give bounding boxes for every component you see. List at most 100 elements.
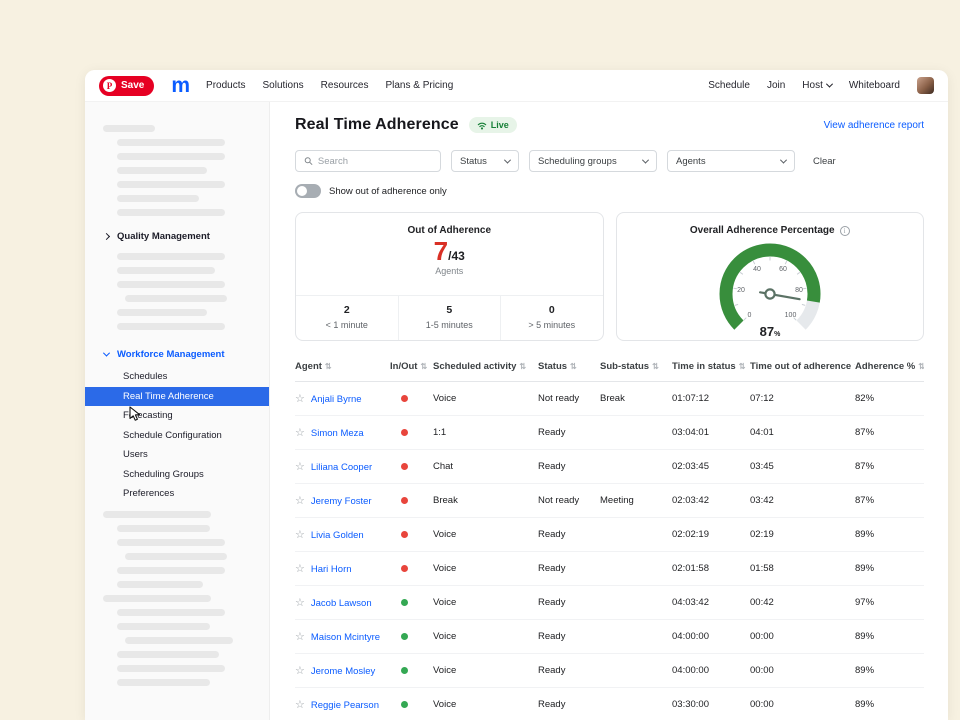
skeleton-bar [117, 567, 225, 574]
skeleton-bar [117, 651, 219, 658]
sort-icon[interactable]: ⇅ [519, 362, 526, 371]
agent-link[interactable]: Anjali Byrne [311, 394, 362, 405]
zoom-logo[interactable]: m [171, 75, 189, 96]
skeleton-bar [125, 295, 227, 302]
agent-link[interactable]: Livia Golden [311, 530, 364, 541]
inout-status-dot [401, 531, 408, 538]
breakdown-1-5-minutes: 5 1-5 minutes [398, 296, 501, 340]
gauge-value: 87% [759, 324, 780, 339]
sort-icon[interactable]: ⇅ [325, 362, 332, 371]
star-icon[interactable]: ☆ [295, 597, 305, 609]
gauge-tick-label: 60 [779, 266, 787, 273]
time-in-status-cell: 02:03:45 [672, 450, 750, 484]
sort-icon[interactable]: ⇅ [918, 362, 924, 371]
overall-adherence-title: Overall Adherence Percentage [690, 225, 835, 236]
card-title-row: Overall Adherence Percentage i [617, 225, 924, 236]
sort-icon[interactable]: ⇅ [570, 362, 577, 371]
section-label: Quality Management [117, 231, 210, 242]
table-row: ☆Jeremy FosterBreakNot readyMeeting02:03… [295, 484, 924, 518]
col-sub-status: Sub-status⇅ [600, 357, 672, 382]
agent-link[interactable]: Hari Horn [311, 564, 352, 575]
sub-status-cell [600, 620, 672, 654]
time-out-of-adherence-cell: 00:00 [750, 654, 855, 688]
pinterest-save-button[interactable]: P Save [99, 76, 154, 96]
nav-whiteboard[interactable]: Whiteboard [849, 80, 900, 91]
sidebar-section-workforce-management[interactable]: Workforce Management [85, 344, 269, 364]
nav-solutions[interactable]: Solutions [263, 80, 304, 91]
chevron-down-icon [642, 156, 649, 163]
sidebar-item-schedules[interactable]: Schedules [85, 367, 269, 387]
agent-link[interactable]: Reggie Pearson [311, 700, 379, 711]
chevron-down-icon [826, 81, 833, 88]
skeleton-bar [117, 623, 210, 630]
col-scheduled-activity: Scheduled activity⇅ [433, 357, 538, 382]
sort-icon[interactable]: ⇅ [652, 362, 659, 371]
table-row: ☆Hari HornVoiceReady02:01:5801:5889% [295, 552, 924, 586]
sort-icon[interactable]: ⇅ [739, 362, 746, 371]
view-adherence-report-link[interactable]: View adherence report [824, 120, 924, 131]
agent-link[interactable]: Liliana Cooper [311, 462, 372, 473]
inout-cell [390, 688, 433, 720]
agent-cell: ☆ Jerome Mosley [295, 654, 390, 688]
adherence-cell: 87% [855, 416, 924, 450]
agent-cell: ☆ Jeremy Foster [295, 484, 390, 518]
out-of-adherence-total: /43 [448, 249, 465, 263]
inout-cell [390, 518, 433, 552]
star-icon[interactable]: ☆ [295, 529, 305, 541]
status-cell: Ready [538, 654, 600, 688]
agent-link[interactable]: Jerome Mosley [311, 666, 375, 677]
sub-status-cell [600, 586, 672, 620]
nav-resources[interactable]: Resources [321, 80, 369, 91]
star-icon[interactable]: ☆ [295, 563, 305, 575]
table-row: ☆Jerome MosleyVoiceReady04:00:0000:0089% [295, 654, 924, 688]
agent-link[interactable]: Simon Meza [311, 428, 364, 439]
star-icon[interactable]: ☆ [295, 427, 305, 439]
star-icon[interactable]: ☆ [295, 631, 305, 643]
sidebar-item-forecasting[interactable]: Forecasting [85, 406, 269, 426]
sidebar-item-preferences[interactable]: Preferences [85, 484, 269, 504]
star-icon[interactable]: ☆ [295, 495, 305, 507]
skeleton-bar [117, 253, 225, 260]
sidebar-item-real-time-adherence[interactable]: Real Time Adherence [85, 387, 269, 407]
adherence-cell: 89% [855, 620, 924, 654]
skeleton-bar [117, 209, 225, 216]
nav-plans-pricing[interactable]: Plans & Pricing [385, 80, 453, 91]
table-row: ☆Reggie PearsonVoiceReady03:30:0000:0089… [295, 688, 924, 720]
agent-link[interactable]: Jacob Lawson [311, 598, 372, 609]
status-cell: Ready [538, 586, 600, 620]
star-icon[interactable]: ☆ [295, 461, 305, 473]
search-input[interactable] [318, 156, 432, 167]
breakdown-value: 0 [501, 304, 603, 316]
star-icon[interactable]: ☆ [295, 699, 305, 711]
out-of-adherence-toggle[interactable] [295, 184, 321, 198]
nav-join[interactable]: Join [767, 80, 785, 91]
inout-cell [390, 382, 433, 416]
clear-filters-button[interactable]: Clear [813, 156, 836, 167]
status-dropdown[interactable]: Status [451, 150, 519, 172]
user-avatar[interactable] [917, 77, 934, 94]
sidebar-item-users[interactable]: Users [85, 445, 269, 465]
adherence-gauge: 0 20 40 60 80 100 87% [685, 236, 855, 340]
sub-status-cell [600, 654, 672, 688]
sidebar-item-scheduling-groups[interactable]: Scheduling Groups [85, 465, 269, 485]
star-icon[interactable]: ☆ [295, 665, 305, 677]
skeleton-bar [117, 309, 207, 316]
sidebar: Quality Management Workforce Management … [85, 102, 270, 720]
nav-products[interactable]: Products [206, 80, 245, 91]
agent-link[interactable]: Jeremy Foster [311, 496, 372, 507]
agent-link[interactable]: Maison Mcintyre [311, 632, 380, 643]
scheduling-groups-dropdown[interactable]: Scheduling groups [529, 150, 657, 172]
gauge-tick-label: 80 [795, 287, 803, 294]
out-of-adherence-count: 7 [434, 238, 448, 265]
sort-icon[interactable]: ⇅ [420, 362, 427, 371]
nav-schedule[interactable]: Schedule [708, 80, 750, 91]
search-icon [304, 156, 313, 166]
skeleton-bar [117, 267, 215, 274]
nav-host[interactable]: Host [802, 80, 832, 91]
info-icon[interactable]: i [840, 226, 850, 236]
sidebar-section-quality-management[interactable]: Quality Management [85, 226, 269, 246]
sidebar-item-schedule-configuration[interactable]: Schedule Configuration [85, 426, 269, 446]
status-cell: Ready [538, 688, 600, 720]
star-icon[interactable]: ☆ [295, 393, 305, 405]
agents-dropdown[interactable]: Agents [667, 150, 795, 172]
